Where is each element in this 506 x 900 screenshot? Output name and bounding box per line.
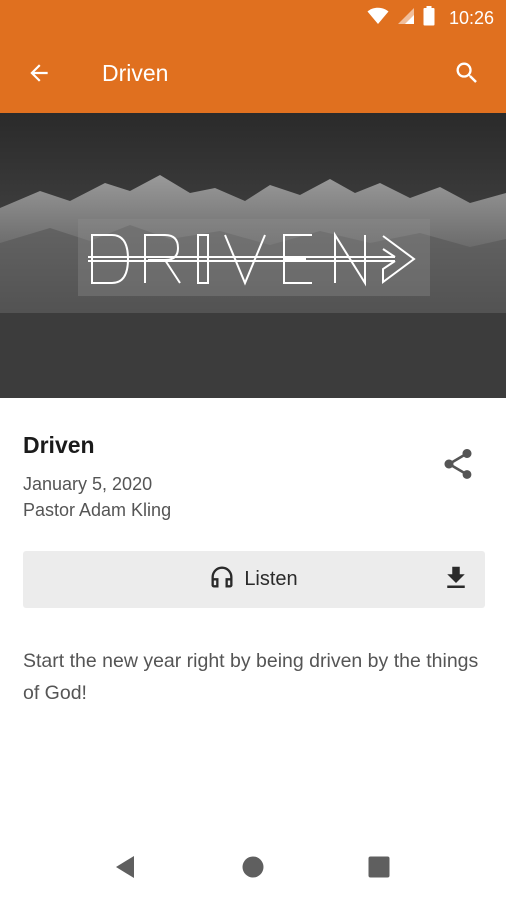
listen-label: Listen [244,568,298,590]
status-icons: 10:26 [367,5,494,31]
back-button[interactable] [22,58,56,92]
headphones-icon [208,563,236,596]
nav-home-button[interactable] [236,852,270,886]
sermon-description: Start the new year right by being driven… [23,650,479,704]
nav-back-button[interactable] [108,852,142,886]
sermon-title: Driven [23,432,95,458]
status-bar: 10:26 [0,0,506,36]
nav-home-icon [241,855,265,884]
screen: 10:26 Driven Driven January 5, 2020 Past… [0,0,506,900]
listen-button[interactable]: Listen [23,551,423,608]
nav-recents-button[interactable] [362,852,396,886]
download-button[interactable] [437,561,475,599]
search-icon [453,59,481,92]
arrow-back-icon [26,60,52,91]
sermon-artwork [0,113,506,398]
battery-icon [423,5,435,31]
nav-back-icon [114,855,136,884]
search-button[interactable] [450,58,484,92]
nav-recents-icon [368,856,390,883]
sermon-date: January 5, 2020 [23,474,153,494]
signal-icon [397,7,415,30]
artwork-image [0,113,506,398]
download-icon [441,563,471,598]
status-time: 10:26 [448,7,494,28]
page-title: Driven [102,60,169,86]
system-nav-bar [0,838,506,900]
sermon-speaker: Pastor Adam Kling [23,500,172,520]
app-bar: Driven [0,36,506,113]
wifi-icon [367,7,389,30]
share-button[interactable] [436,444,480,488]
share-icon [440,446,476,487]
listen-bar: Listen [23,551,485,608]
